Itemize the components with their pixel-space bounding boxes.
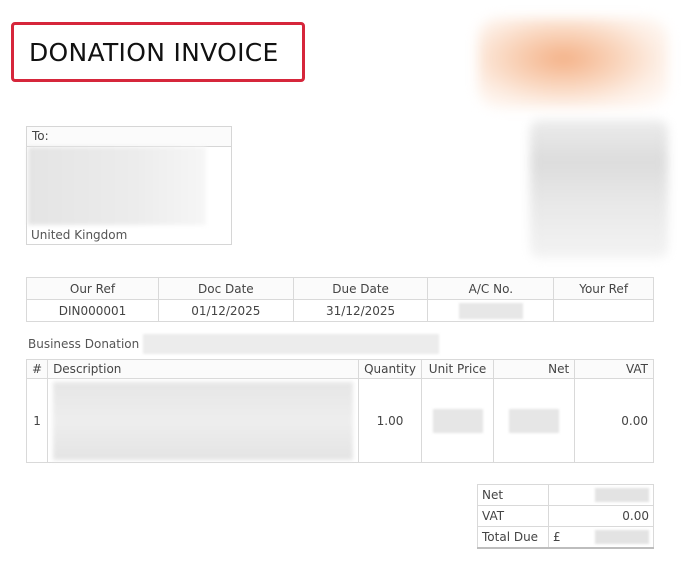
totals-net-row: Net xyxy=(477,484,654,506)
recipient-country: United Kingdom xyxy=(31,228,128,242)
business-donation-row: Business Donation xyxy=(28,334,440,354)
invoice-title-box: DONATION INVOICE xyxy=(11,22,305,82)
header-our-ref: Our Ref xyxy=(26,277,159,300)
doc-date-value: 01/12/2025 xyxy=(157,299,294,322)
item-unit-price xyxy=(420,378,495,463)
header-your-ref: Your Ref xyxy=(553,277,654,300)
totals-vat-row: VAT 0.00 xyxy=(477,505,654,527)
header-due-date: Due Date xyxy=(292,277,429,300)
totals-vat-label: VAT xyxy=(477,505,549,527)
item-quantity: 1.00 xyxy=(358,378,422,463)
totals-net-label: Net xyxy=(477,484,549,506)
recipient-label: To: xyxy=(27,127,231,147)
ac-no-value xyxy=(427,299,555,322)
business-donation-label: Business Donation xyxy=(28,337,140,351)
currency-symbol: £ xyxy=(553,529,561,544)
header-number: # xyxy=(25,359,49,379)
ac-no-redacted xyxy=(458,302,523,319)
item-description xyxy=(47,378,360,463)
item-net xyxy=(493,378,576,463)
item-unit-price-redacted xyxy=(432,408,483,433)
company-logo-redacted xyxy=(478,18,668,108)
header-description: Description xyxy=(47,359,360,379)
item-description-redacted xyxy=(53,381,354,460)
reference-header-row: Our Ref Doc Date Due Date A/C No. Your R… xyxy=(26,277,654,300)
our-ref-value: DIN000001 xyxy=(26,299,159,322)
recipient-address-redacted xyxy=(28,147,206,225)
totals-net-value xyxy=(548,484,654,506)
table-row: 1 1.00 0.00 xyxy=(25,378,654,463)
item-number: 1 xyxy=(25,378,49,463)
recipient-address-box: To: United Kingdom xyxy=(26,126,232,245)
reference-table: Our Ref Doc Date Due Date A/C No. Your R… xyxy=(26,277,654,322)
totals-net-redacted xyxy=(595,488,649,503)
header-vat: VAT xyxy=(574,359,654,379)
header-unit-price: Unit Price xyxy=(420,359,495,379)
item-net-redacted xyxy=(509,408,560,433)
invoice-title: DONATION INVOICE xyxy=(29,37,279,67)
business-donation-redacted xyxy=(143,334,440,354)
totals-due-redacted xyxy=(595,530,649,544)
line-items-table: # Description Quantity Unit Price Net VA… xyxy=(25,359,654,463)
company-address-redacted xyxy=(530,120,668,258)
totals-table: Net VAT 0.00 Total Due £ xyxy=(477,484,654,549)
your-ref-value xyxy=(553,299,654,322)
totals-vat-value: 0.00 xyxy=(548,505,654,527)
header-net: Net xyxy=(493,359,576,379)
totals-due-value: £ xyxy=(548,526,654,549)
header-doc-date: Doc Date xyxy=(157,277,294,300)
item-vat: 0.00 xyxy=(574,378,654,463)
items-header-row: # Description Quantity Unit Price Net VA… xyxy=(25,359,654,379)
header-ac-no: A/C No. xyxy=(427,277,555,300)
totals-due-label: Total Due xyxy=(477,526,549,549)
invoice-page: DONATION INVOICE To: United Kingdom Our … xyxy=(0,0,682,571)
header-quantity: Quantity xyxy=(358,359,422,379)
totals-due-row: Total Due £ xyxy=(477,526,654,549)
reference-value-row: DIN000001 01/12/2025 31/12/2025 xyxy=(26,299,654,322)
due-date-value: 31/12/2025 xyxy=(292,299,429,322)
